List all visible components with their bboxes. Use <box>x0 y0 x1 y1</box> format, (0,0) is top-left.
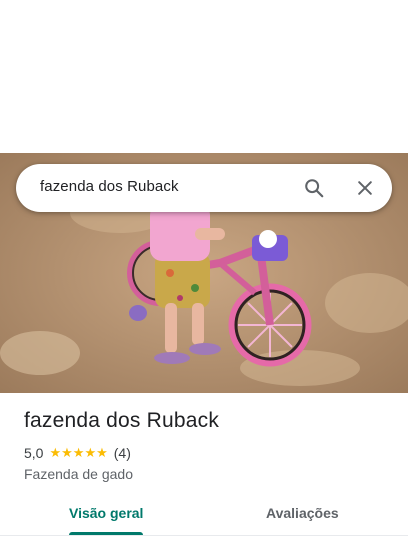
star-icon: ★ <box>96 445 108 460</box>
close-icon <box>358 181 372 195</box>
tab-overview[interactable]: Visão geral <box>69 505 143 521</box>
search-icon <box>305 179 324 198</box>
tab-reviews[interactable]: Avaliações <box>266 505 339 521</box>
review-count[interactable]: (4) <box>114 445 131 461</box>
search-bar[interactable]: fazenda dos Ruback <box>16 164 392 212</box>
close-button[interactable] <box>349 172 381 204</box>
place-category[interactable]: Fazenda de gado <box>24 466 133 482</box>
search-input[interactable]: fazenda dos Ruback <box>40 178 179 195</box>
place-tabs: Visão geral Avaliações <box>0 495 408 537</box>
place-name: fazenda dos Ruback <box>24 409 220 432</box>
search-button[interactable] <box>298 172 330 204</box>
rating-value: 5,0 <box>24 445 44 461</box>
rating-row[interactable]: 5,0 ★ ★ ★ ★ ★ (4) <box>24 445 131 461</box>
tabs-divider <box>0 535 408 536</box>
star-icon: ★ <box>49 445 62 460</box>
star-icon: ★ <box>84 445 97 460</box>
star-icon: ★ <box>72 445 85 460</box>
star-icon: ★ <box>61 445 73 460</box>
rating-stars: ★ ★ ★ ★ ★ <box>49 446 107 460</box>
